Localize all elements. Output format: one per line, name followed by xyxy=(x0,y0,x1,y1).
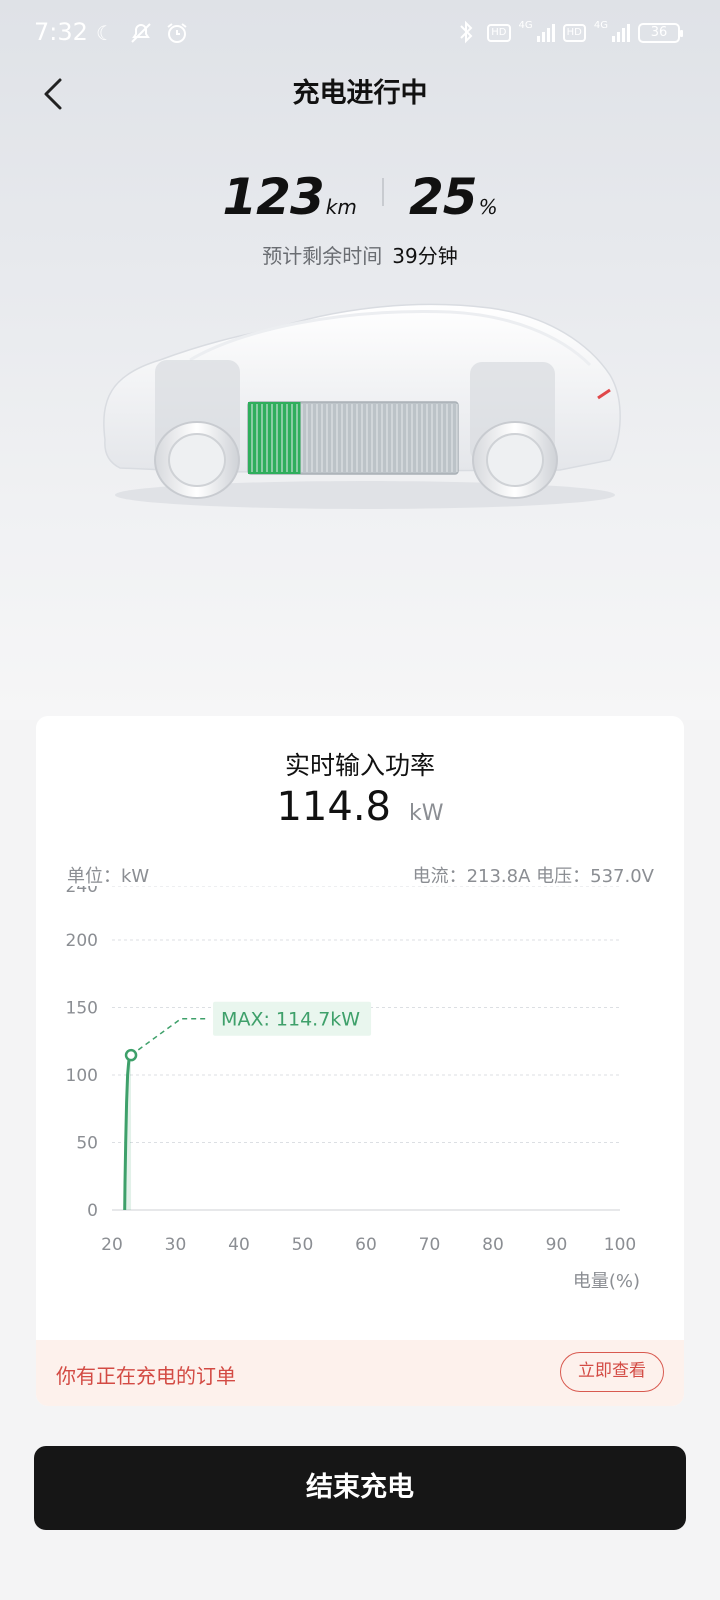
y-tick-label: 50 xyxy=(76,1134,98,1154)
y-tick-label: 200 xyxy=(66,931,98,951)
signal-icon xyxy=(536,24,555,42)
network-type-label-2: 4G xyxy=(593,19,608,31)
range-soc-display: 123 km 25% xyxy=(0,168,720,226)
battery-icon: 36 xyxy=(638,23,683,43)
alarm-icon xyxy=(164,20,190,46)
status-bar: 7:32 ☾ HD 4G HD 4G 36 xyxy=(0,0,720,66)
chart-unit-label: 单位：kW xyxy=(67,866,150,887)
y-tick-label: 0 xyxy=(87,1201,98,1221)
x-tick-label: 80 xyxy=(482,1235,504,1255)
y-tick-label: 240 xyxy=(66,886,98,897)
bluetooth-icon xyxy=(453,20,479,46)
order-banner-text: 你有正在充电的订单 xyxy=(56,1364,236,1388)
max-point-marker xyxy=(124,1048,138,1062)
front-hub xyxy=(168,433,226,487)
x-tick-label: 30 xyxy=(165,1235,187,1255)
x-tick-label: 70 xyxy=(419,1235,441,1255)
power-unit: kW xyxy=(409,801,444,826)
x-tick-label: 90 xyxy=(546,1235,568,1255)
status-right-icons: HD 4G HD 4G 36 xyxy=(453,19,683,46)
y-tick-label: 150 xyxy=(66,999,98,1019)
page-title: 充电进行中 xyxy=(292,78,428,109)
power-readout: 114.8 kW xyxy=(36,784,684,830)
status-left-icons: ☾ xyxy=(92,20,190,46)
mute-icon xyxy=(128,20,154,46)
hd-badge-2: HD xyxy=(562,24,586,42)
current-voltage-label: 电流：213.8A 电压：537.0V xyxy=(412,866,654,887)
x-tick-label: 100 xyxy=(604,1235,636,1255)
max-annotation-leader xyxy=(130,1017,210,1056)
end-charging-button[interactable]: 结束充电 xyxy=(34,1446,686,1530)
status-time: 7:32 xyxy=(34,18,88,46)
stat-divider xyxy=(381,178,384,206)
power-card: 实时输入功率 114.8 kW 单位：kW 电流：213.8A 电压：537.0V… xyxy=(36,716,684,1406)
max-annotation-label: MAX: 114.7kW xyxy=(221,1009,360,1031)
x-tick-label: 40 xyxy=(228,1235,250,1255)
range-unit: km xyxy=(325,195,357,219)
remaining-time-label: 预计剩余时间 xyxy=(262,244,383,268)
remaining-time: 预计剩余时间 39分钟 xyxy=(0,240,720,269)
signal-icon-2 xyxy=(612,24,630,42)
battery-charge-fill xyxy=(248,402,301,474)
hd-badge: HD xyxy=(487,24,511,42)
view-order-button[interactable]: 立即查看 xyxy=(560,1352,664,1392)
order-banner: 你有正在充电的订单 立即查看 xyxy=(36,1340,684,1406)
x-tick-label: 60 xyxy=(355,1235,377,1255)
soc-value: 25 xyxy=(409,168,478,226)
power-chart: 0 50 100 150 200 240 20 30 40 50 60 70 80 90 100 电量(%) M… xyxy=(66,886,640,1292)
remaining-time-value: 39分钟 xyxy=(392,244,458,268)
moon-icon: ☾ xyxy=(96,21,114,45)
power-value: 114.8 xyxy=(276,784,391,830)
range-value: 123 xyxy=(222,168,324,226)
y-tick-label: 100 xyxy=(66,1066,98,1086)
x-tick-label: 50 xyxy=(292,1235,314,1255)
x-axis-title: 电量(%) xyxy=(573,1271,640,1292)
power-card-title: 实时输入功率 xyxy=(284,751,435,780)
network-type-label: 4G xyxy=(518,19,533,31)
car-battery-illustration xyxy=(103,303,621,509)
battery-level: 36 xyxy=(650,25,668,40)
rear-hub xyxy=(486,433,544,487)
soc-unit: % xyxy=(478,195,498,219)
x-tick-label: 20 xyxy=(101,1235,123,1255)
